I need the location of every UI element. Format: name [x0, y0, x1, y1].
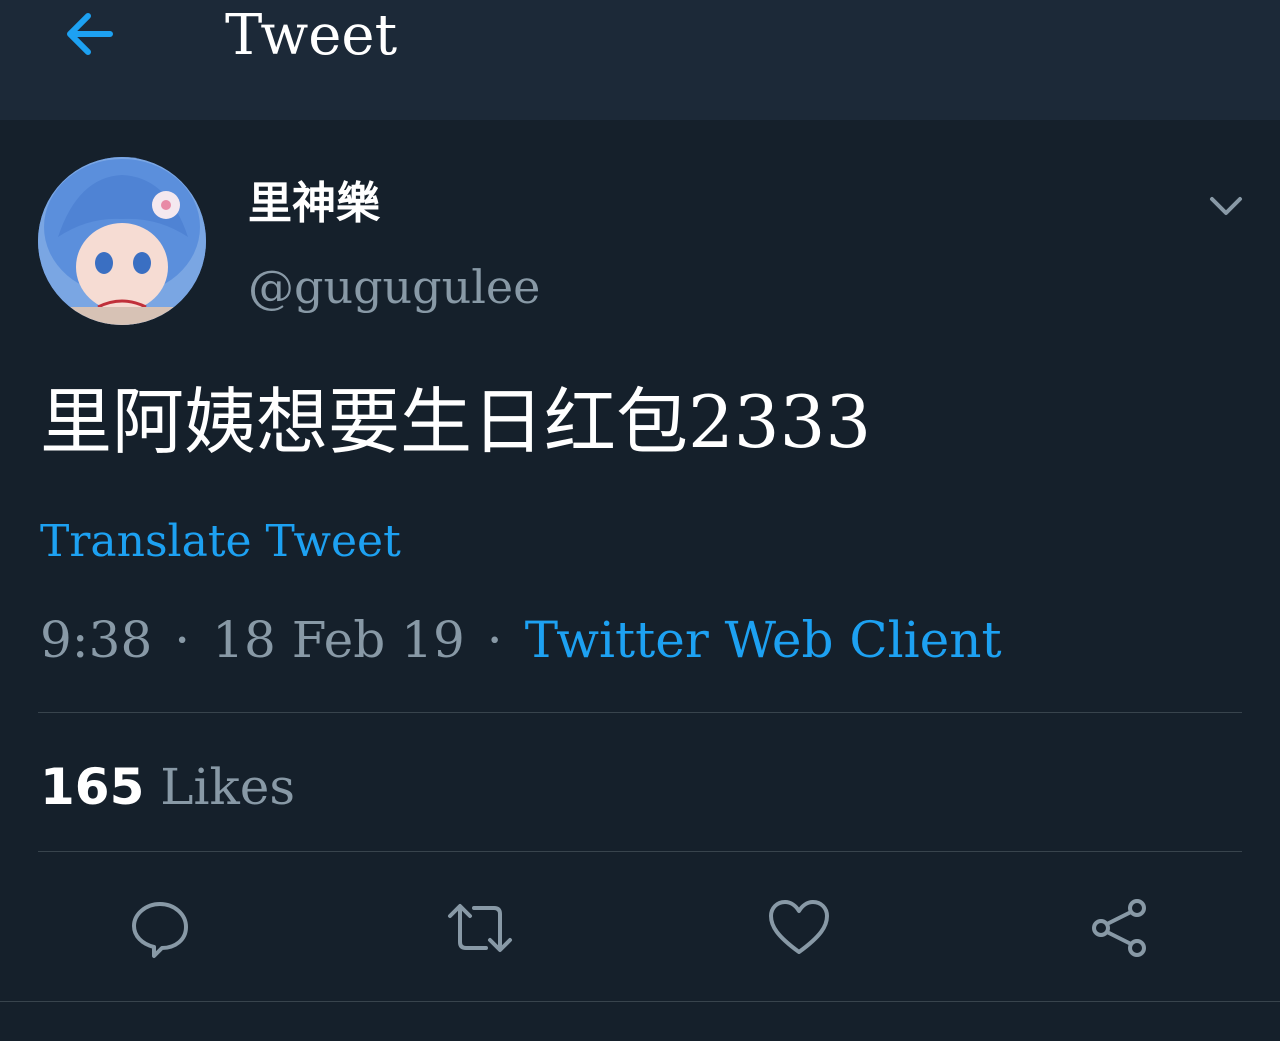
share-icon: [1092, 899, 1146, 957]
tweet-text: 里阿姨想要生日红包2333: [40, 380, 872, 464]
share-button[interactable]: [1081, 890, 1157, 966]
author-display-name[interactable]: 里神樂: [248, 176, 380, 232]
divider: [38, 712, 1242, 713]
divider: [38, 851, 1242, 852]
likes-count: 165: [40, 758, 145, 816]
likes-stat[interactable]: 165 Likes: [40, 756, 295, 818]
back-button[interactable]: [52, 2, 124, 66]
tweet-date: 18 Feb 19: [212, 611, 465, 669]
meta-separator: ·: [174, 611, 191, 669]
reply-icon: [132, 902, 188, 958]
retweet-button[interactable]: [442, 890, 518, 966]
tweet-menu-button[interactable]: [1198, 178, 1254, 234]
translate-tweet-link[interactable]: Translate Tweet: [40, 514, 401, 570]
avatar-illustration: [38, 157, 206, 325]
reply-button[interactable]: [122, 890, 198, 966]
avatar[interactable]: [38, 157, 206, 325]
divider: [0, 1001, 1280, 1002]
arrow-left-icon: [67, 13, 113, 55]
retweet-icon: [448, 904, 512, 952]
heart-icon: [769, 900, 829, 954]
tweet-meta: 9:38 · 18 Feb 19 · Twitter Web Client: [40, 608, 1002, 672]
page-title: Tweet: [225, 3, 398, 68]
tweet-client-link[interactable]: Twitter Web Client: [525, 611, 1002, 669]
like-button[interactable]: [761, 890, 837, 966]
likes-label: Likes: [160, 758, 296, 816]
meta-separator: ·: [486, 611, 503, 669]
top-bar: Tweet: [0, 0, 1280, 120]
tweet-time: 9:38: [40, 611, 153, 669]
chevron-down-icon: [1210, 197, 1242, 215]
author-handle[interactable]: @gugugulee: [248, 258, 540, 316]
